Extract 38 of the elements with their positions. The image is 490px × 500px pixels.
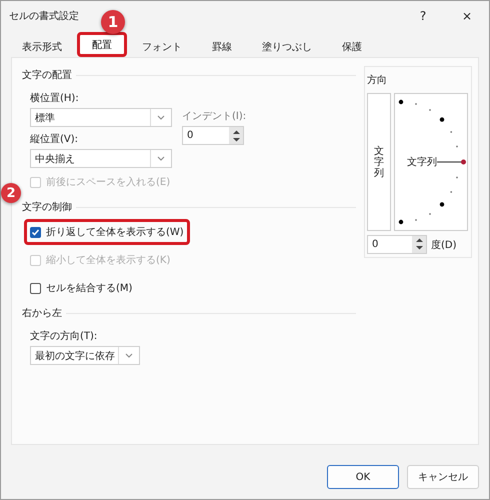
field-label: 文字の方向(T): <box>30 330 98 343</box>
step-number-badge: 2 <box>1 183 21 203</box>
dialog-button[interactable]: キャンセル <box>407 465 479 489</box>
vertical-text-button[interactable]: 文字列 <box>367 93 391 231</box>
pointer-line-icon <box>437 159 467 165</box>
field-label: 縦位置(V): <box>30 132 80 146</box>
window-title: セルの書式設定 <box>9 10 79 23</box>
dropdown[interactable]: 中央揃え <box>30 149 172 168</box>
group-label: 右から左 <box>22 307 62 320</box>
checkbox-option[interactable]: セルを結合する(M) <box>24 275 138 301</box>
number-field[interactable]: 0 <box>367 234 427 254</box>
tab[interactable]: 配置 <box>77 32 127 57</box>
orientation-dial[interactable]: 文字列 <box>394 93 468 231</box>
checkbox-option[interactable]: 折り返して全体を表示する(W) <box>24 219 190 245</box>
close-button[interactable]: × <box>445 1 489 31</box>
dropdown[interactable]: 最初の文字に依存 <box>30 346 140 365</box>
tab[interactable]: 保護 <box>327 35 377 57</box>
spin-arrows-icon <box>232 128 240 142</box>
group-label: 文字の制御 <box>22 200 72 214</box>
tab[interactable]: 表示形式 <box>7 35 77 57</box>
field-label: インデント(I): <box>182 110 246 123</box>
chevron-icon <box>125 353 133 358</box>
dropdown[interactable]: 標準 <box>30 108 172 127</box>
help-button[interactable]: ? <box>401 1 445 31</box>
field-label: 横位置(H): <box>30 92 80 105</box>
chevron-icon <box>157 156 165 161</box>
tab[interactable]: 罫線 <box>197 35 247 57</box>
dialog-button[interactable]: OK <box>327 465 399 489</box>
group-label: 文字の配置 <box>22 68 72 82</box>
spin-arrows-icon <box>414 237 424 251</box>
group-label: 方向 <box>367 74 388 87</box>
chevron-icon <box>157 115 165 120</box>
checkmark-icon <box>31 228 40 236</box>
field-label: 度(D) <box>431 238 457 252</box>
dial-text: 文字列 <box>407 156 437 169</box>
number-field[interactable]: 0 <box>182 126 244 145</box>
tab[interactable]: 塗りつぶし <box>247 35 327 57</box>
tab[interactable]: フォント <box>127 35 197 57</box>
